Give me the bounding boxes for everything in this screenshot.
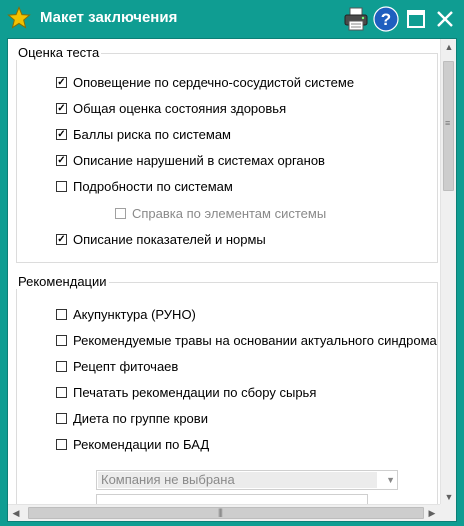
checkbox-label: Диета по группе крови: [73, 411, 208, 426]
checkbox-risk-scores[interactable]: ✓ Баллы риска по системам: [56, 127, 231, 142]
checkbox-label: Рецепт фиточаев: [73, 359, 179, 374]
checkbox-box[interactable]: ✓: [56, 129, 67, 140]
checkbox-phytotea-recipe[interactable]: Рецепт фиточаев: [56, 359, 178, 374]
maximize-button[interactable]: [402, 5, 430, 33]
checkbox-box[interactable]: [56, 335, 67, 346]
checkbox-cardio-alert[interactable]: ✓ Оповещение по сердечно-сосудистой сист…: [56, 75, 354, 90]
checkbox-label: Рекомендации по БАД: [73, 437, 210, 452]
horizontal-scroll-thumb[interactable]: |||: [28, 507, 424, 519]
title-bar[interactable]: Макет заключения ?: [0, 0, 464, 38]
star-icon: [7, 6, 31, 29]
maximize-icon: [407, 10, 425, 28]
checkbox-box[interactable]: ✓: [56, 103, 67, 114]
vertical-scroll-thumb[interactable]: ≡: [443, 61, 454, 191]
window-title: Макет заключения: [40, 9, 178, 26]
checkbox-box[interactable]: ✓: [56, 77, 67, 88]
checkbox-label: Общая оценка состояния здоровья: [73, 101, 287, 116]
checkbox-label: Печатать рекомендации по сбору сырья: [73, 385, 317, 400]
scroll-left-arrow-icon[interactable]: ◀: [8, 505, 24, 521]
checkbox-system-elements-reference: Справка по элементам системы: [115, 206, 326, 221]
checkbox-box: [115, 208, 126, 219]
checkbox-box[interactable]: ✓: [56, 234, 67, 245]
window: Макет заключения ? Оценка теста ✓ Оповещ…: [0, 0, 464, 526]
checkbox-label: Оповещение по сердечно-сосудистой систем…: [73, 75, 355, 90]
checkbox-label: Баллы риска по системам: [73, 127, 231, 142]
checkbox-general-health[interactable]: ✓ Общая оценка состояния здоровья: [56, 101, 286, 116]
checkbox-herbs[interactable]: Рекомендуемые травы на основании актуаль…: [56, 333, 437, 348]
checkbox-box[interactable]: [56, 413, 67, 424]
checkbox-label: Акупунктура (РУНО): [73, 307, 196, 322]
checkbox-indicators-norms[interactable]: ✓ Описание показателей и нормы: [56, 232, 266, 247]
group-title-recommendations: Рекомендации: [16, 274, 109, 289]
grip-icon: ≡: [445, 118, 450, 128]
checkbox-label: Справка по элементам системы: [132, 206, 327, 221]
company-select-value: Компания не выбрана: [98, 472, 377, 488]
vertical-scrollbar[interactable]: ▲ ≡ ▼: [440, 39, 456, 505]
scroll-down-arrow-icon[interactable]: ▼: [441, 489, 456, 505]
close-button[interactable]: [431, 5, 459, 33]
group-title-test-evaluation: Оценка теста: [16, 45, 102, 60]
checkbox-system-details[interactable]: Подробности по системам: [56, 179, 233, 194]
scrollbar-corner: [440, 504, 456, 521]
close-icon: [437, 11, 453, 27]
checkbox-label: Описание нарушений в системах органов: [73, 153, 325, 168]
help-button[interactable]: ?: [372, 5, 400, 33]
checkbox-print-raw-collection[interactable]: Печатать рекомендации по сбору сырья: [56, 385, 316, 400]
printer-icon: [344, 7, 368, 31]
checkbox-box[interactable]: [56, 181, 67, 192]
checkbox-organ-disorders[interactable]: ✓ Описание нарушений в системах органов: [56, 153, 325, 168]
scroll-up-arrow-icon[interactable]: ▲: [441, 39, 456, 55]
checkbox-supplements[interactable]: Рекомендации по БАД: [56, 437, 209, 452]
client-area: Оценка теста ✓ Оповещение по сердечно-со…: [7, 38, 457, 522]
checkbox-label: Описание показателей и нормы: [73, 232, 266, 247]
checkbox-acupuncture[interactable]: Акупунктура (РУНО): [56, 307, 196, 322]
checkbox-label: Рекомендуемые травы на основании актуаль…: [73, 333, 437, 348]
checkbox-box[interactable]: [56, 309, 67, 320]
checkbox-box[interactable]: [56, 387, 67, 398]
grip-icon: |||: [218, 507, 223, 517]
checkbox-box[interactable]: [56, 439, 67, 450]
print-button[interactable]: [342, 5, 370, 33]
content-panel: Оценка теста ✓ Оповещение по сердечно-со…: [8, 39, 440, 505]
chevron-down-icon: ▼: [386, 475, 395, 485]
checkbox-box[interactable]: ✓: [56, 155, 67, 166]
checkbox-box[interactable]: [56, 361, 67, 372]
scroll-right-arrow-icon[interactable]: ▶: [424, 505, 440, 521]
horizontal-scrollbar[interactable]: ◀ ||| ▶: [8, 504, 440, 521]
help-icon: ?: [373, 6, 399, 32]
company-select[interactable]: Компания не выбрана ▼: [96, 470, 398, 490]
checkbox-blood-type-diet[interactable]: Диета по группе крови: [56, 411, 208, 426]
checkbox-label: Подробности по системам: [73, 179, 233, 194]
svg-text:?: ?: [381, 10, 391, 29]
